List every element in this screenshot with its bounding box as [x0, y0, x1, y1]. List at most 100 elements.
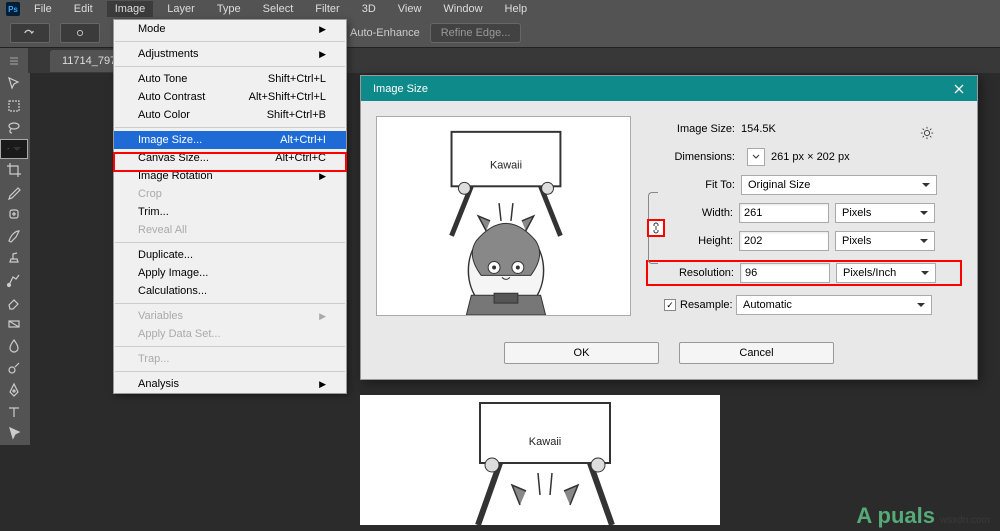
menu-help[interactable]: Help — [497, 1, 536, 17]
dimensions-value: 261 px × 202 px — [771, 151, 850, 163]
resolution-input[interactable] — [740, 263, 830, 283]
menu-item-mode[interactable]: Mode ▶ — [114, 20, 346, 38]
menu-item-auto-color[interactable]: Auto Color Shift+Ctrl+B — [114, 106, 346, 124]
width-label: Width: — [666, 207, 739, 219]
brush-preset-picker[interactable] — [60, 23, 100, 43]
menu-item-canvas-size[interactable]: Canvas Size...Alt+Ctrl+C — [114, 149, 346, 167]
resolution-label: Resolution: — [649, 267, 740, 279]
height-unit-select[interactable]: Pixels — [835, 231, 935, 251]
image-menu-dropdown: Mode▶Adjustments▶Auto ToneShift+Ctrl+LAu… — [113, 19, 347, 394]
menu-bar: Ps File Edit Image Layer Type Select Fil… — [0, 0, 1000, 18]
ok-button[interactable]: OK — [504, 342, 659, 364]
gear-icon[interactable] — [920, 126, 934, 140]
healing-brush-tool[interactable] — [0, 203, 28, 225]
menu-item-label: Adjustments — [138, 48, 199, 60]
menu-item-label: Trim... — [138, 206, 169, 218]
menu-window[interactable]: Window — [435, 1, 490, 17]
constrain-proportions-toggle[interactable] — [647, 219, 665, 237]
resample-label: Resample: — [680, 299, 736, 311]
dodge-tool[interactable] — [0, 357, 28, 379]
dimensions-unit-toggle[interactable] — [747, 148, 765, 166]
menu-item-trim[interactable]: Trim... — [114, 203, 346, 221]
blur-tool[interactable] — [0, 335, 28, 357]
menu-item-label: Crop — [138, 188, 162, 200]
auto-enhance-label: Auto-Enhance — [350, 27, 420, 39]
menu-item-label: Auto Color — [138, 109, 190, 121]
dialog-title: Image Size — [373, 83, 428, 95]
clone-stamp-tool[interactable] — [0, 247, 28, 269]
menu-item-label: Apply Image... — [138, 267, 208, 279]
marquee-tool[interactable] — [0, 95, 28, 117]
height-label: Height: — [666, 235, 739, 247]
menu-layer[interactable]: Layer — [159, 1, 203, 17]
menu-item-shortcut: Shift+Ctrl+B — [267, 109, 326, 121]
menu-item-duplicate[interactable]: Duplicate... — [114, 246, 346, 264]
quick-selection-tool[interactable] — [0, 139, 28, 159]
gradient-tool[interactable] — [0, 313, 28, 335]
resolution-unit-select[interactable]: Pixels/Inch — [836, 263, 936, 283]
menu-item-image-rotation[interactable]: Image Rotation▶ — [114, 167, 346, 185]
cancel-button[interactable]: Cancel — [679, 342, 834, 364]
resample-select[interactable]: Automatic — [736, 295, 932, 315]
menu-filter[interactable]: Filter — [307, 1, 347, 17]
submenu-arrow-icon: ▶ — [319, 379, 326, 390]
watermark-text: wsxdn.com — [940, 515, 990, 526]
height-input[interactable] — [739, 231, 829, 251]
menu-separator — [115, 66, 345, 67]
menu-item-label: Canvas Size... — [138, 152, 209, 164]
menu-item-label: Analysis — [138, 378, 179, 390]
menu-separator — [115, 242, 345, 243]
dialog-title-bar[interactable]: Image Size — [361, 76, 977, 101]
width-input[interactable] — [739, 203, 829, 223]
move-tool[interactable] — [0, 73, 28, 95]
menu-item-image-size[interactable]: Image Size...Alt+Ctrl+I — [114, 131, 346, 149]
menu-edit[interactable]: Edit — [66, 1, 101, 17]
brush-tool[interactable] — [0, 225, 28, 247]
ps-logo-icon: Ps — [6, 2, 20, 16]
menu-item-auto-tone[interactable]: Auto Tone Shift+Ctrl+L — [114, 70, 346, 88]
pen-tool[interactable] — [0, 379, 28, 401]
menu-separator — [115, 127, 345, 128]
toolbox — [0, 73, 30, 445]
document-canvas[interactable]: Kawaii — [360, 395, 720, 525]
menu-item-label: Auto Tone — [138, 73, 187, 85]
menu-item-label: Auto Contrast — [138, 91, 205, 103]
path-selection-tool[interactable] — [0, 423, 28, 445]
menu-file[interactable]: File — [26, 1, 60, 17]
resample-checkbox[interactable]: ✓ — [664, 299, 676, 311]
type-tool[interactable] — [0, 401, 28, 423]
fit-to-select[interactable]: Original Size — [741, 175, 937, 195]
menu-item-label: Reveal All — [138, 224, 187, 236]
crop-tool[interactable] — [0, 159, 28, 181]
image-size-dialog: Image Size Kawaii — [360, 75, 978, 380]
width-unit-select[interactable]: Pixels — [835, 203, 935, 223]
image-size-label: Image Size: — [646, 123, 741, 135]
menu-item-shortcut: Shift+Ctrl+L — [268, 73, 326, 85]
refine-edge-button[interactable]: Refine Edge... — [430, 23, 522, 43]
close-icon[interactable] — [949, 79, 969, 99]
menu-item-reveal-all: Reveal All — [114, 221, 346, 239]
submenu-arrow-icon: ▶ — [319, 24, 326, 35]
menu-type[interactable]: Type — [209, 1, 249, 17]
menu-view[interactable]: View — [390, 1, 430, 17]
menu-item-apply-data-set: Apply Data Set... — [114, 325, 346, 343]
toolbox-collapse[interactable] — [0, 48, 28, 73]
eyedropper-tool[interactable] — [0, 181, 28, 203]
menu-item-calculations[interactable]: Calculations... — [114, 282, 346, 300]
history-brush-tool[interactable] — [0, 269, 28, 291]
dimensions-label: Dimensions: — [646, 151, 741, 163]
menu-item-label: Variables — [138, 310, 183, 322]
menu-item-apply-image[interactable]: Apply Image... — [114, 264, 346, 282]
menu-item-adjustments[interactable]: Adjustments▶ — [114, 45, 346, 63]
menu-3d[interactable]: 3D — [354, 1, 384, 17]
menu-image[interactable]: Image — [107, 1, 154, 17]
menu-item-analysis[interactable]: Analysis ▶ — [114, 375, 346, 393]
menu-separator — [115, 346, 345, 347]
tool-preset-picker[interactable] — [10, 23, 50, 43]
menu-select[interactable]: Select — [255, 1, 302, 17]
menu-item-trap: Trap... — [114, 350, 346, 368]
menu-item-label: Mode — [138, 23, 166, 35]
menu-item-auto-contrast[interactable]: Auto ContrastAlt+Shift+Ctrl+L — [114, 88, 346, 106]
lasso-tool[interactable] — [0, 117, 28, 139]
eraser-tool[interactable] — [0, 291, 28, 313]
